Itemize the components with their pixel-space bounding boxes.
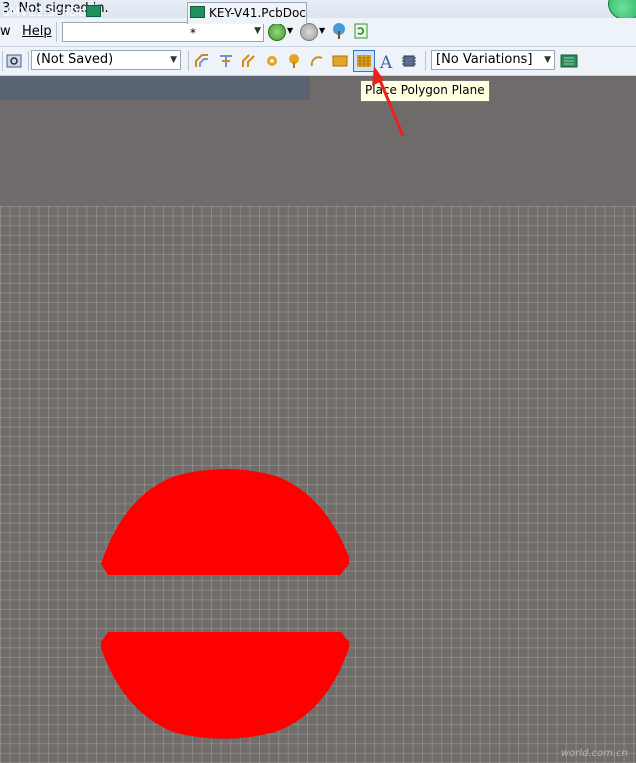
tab-pcb1[interactable]: PCB1.PcbDoc * [84,2,184,39]
menu-item-help[interactable]: Help [22,24,52,39]
svg-text:A: A [379,53,393,70]
toolbar-separator [28,51,29,71]
watermark: world.com.cn [560,748,628,759]
tab-strip [0,76,310,100]
differential-pair-route-icon[interactable] [217,52,235,70]
board-view-icon[interactable] [560,53,578,69]
variations-value: [No Variations] [436,52,533,67]
home-tree-icon[interactable] [329,22,349,40]
inspect-icon[interactable] [6,52,24,70]
place-polygon-plane-icon[interactable] [353,50,375,72]
forward-icon[interactable] [300,23,318,41]
chevron-down-icon[interactable]: ▼ [544,51,551,69]
canvas-area[interactable] [0,101,636,206]
multi-route-icon[interactable] [240,52,258,70]
back-dropdown-icon[interactable]: ▼ [287,26,293,35]
variations-combo[interactable]: [No Variations] ▼ [431,50,555,70]
saved-state-value: (Not Saved) [36,52,114,67]
place-via-icon[interactable] [263,52,281,70]
interactive-route-icon[interactable] [193,52,211,70]
place-pad-icon[interactable] [285,52,303,70]
tab-sch-doc[interactable]: dMV12.SchDoc [0,2,92,24]
tooltip-text: Place Polygon Plane [365,83,485,97]
place-string-icon[interactable]: A [378,52,396,70]
tab-label: dMV12.SchDoc [2,5,93,19]
menubar-separator [56,22,57,42]
place-component-icon[interactable] [400,52,418,70]
place-arc-icon[interactable] [308,52,326,70]
tab-key-v41[interactable]: KEY-V41.PcbDoc * [187,2,307,40]
menu-item-window[interactable]: w [0,24,11,39]
place-fill-icon[interactable] [331,52,349,70]
refresh-icon[interactable] [354,23,368,39]
pcb-grid-canvas[interactable] [0,206,636,763]
pcb-document-icon [190,6,205,18]
chevron-down-icon[interactable]: ▼ [254,26,261,36]
back-icon[interactable] [268,23,286,41]
tooltip: Place Polygon Plane [360,80,490,102]
pcb-toolbar: (Not Saved) ▼ A [No Variations] ▼ [0,47,636,76]
pcb-document-icon [86,5,101,17]
toolbar-separator [425,51,426,71]
chevron-down-icon[interactable]: ▼ [170,51,177,69]
window-orb-icon[interactable] [608,0,636,20]
saved-state-combo[interactable]: (Not Saved) ▼ [31,50,181,70]
tab-label: PCB1.PcbDoc * [86,25,176,39]
toolbar-separator [2,51,3,71]
forward-dropdown-icon[interactable]: ▼ [319,26,325,35]
toolbar-separator [188,51,189,71]
